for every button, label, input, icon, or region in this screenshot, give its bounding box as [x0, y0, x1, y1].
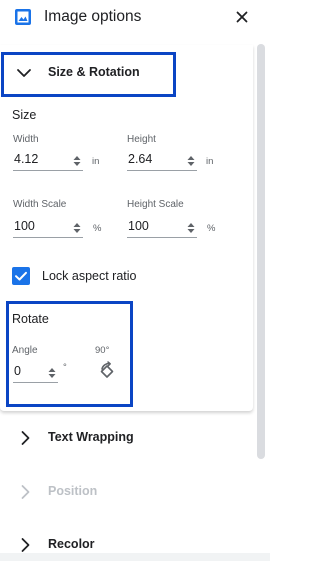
width-unit: in	[92, 156, 100, 167]
chevron-down-icon	[17, 69, 31, 77]
angle-value: 0	[14, 364, 21, 378]
height-field[interactable]: 2.64	[127, 151, 197, 171]
panel-header: Image options	[0, 0, 270, 38]
scrollbar-thumb[interactable]	[257, 44, 265, 459]
close-icon[interactable]	[232, 7, 252, 27]
height-scale-value: 100	[128, 219, 149, 233]
lock-aspect-label[interactable]: Lock aspect ratio	[42, 269, 137, 283]
position-label: Position	[48, 484, 98, 498]
text-wrapping-label: Text Wrapping	[48, 430, 134, 444]
size-rotation-header[interactable]: Size & Rotation	[0, 53, 253, 93]
height-stepper[interactable]	[187, 154, 195, 168]
width-field[interactable]: 4.12	[13, 151, 83, 171]
height-scale-unit: %	[207, 223, 216, 234]
chevron-right-icon	[21, 485, 30, 499]
section-text-wrapping[interactable]: Text Wrapping	[0, 420, 253, 456]
height-value: 2.64	[128, 152, 153, 166]
chevron-right-icon	[21, 431, 30, 445]
width-scale-unit: %	[93, 223, 102, 234]
bottom-edge	[0, 553, 270, 561]
width-scale-value: 100	[14, 219, 35, 233]
width-value: 4.12	[14, 152, 39, 166]
height-scale-field[interactable]: 100	[127, 218, 197, 238]
height-scale-stepper[interactable]	[187, 221, 195, 235]
angle-unit: °	[63, 362, 67, 373]
width-label: Width	[13, 134, 39, 145]
section-position: Position	[0, 474, 253, 510]
recolor-label: Recolor	[48, 537, 95, 551]
angle-field[interactable]: 0	[13, 363, 58, 383]
chevron-right-icon	[21, 538, 30, 552]
image-icon	[15, 9, 31, 25]
panel-title: Image options	[44, 8, 142, 25]
width-scale-label: Width Scale	[13, 199, 67, 210]
lock-aspect-checkbox[interactable]	[12, 267, 30, 285]
width-stepper[interactable]	[73, 154, 81, 168]
angle-stepper[interactable]	[48, 366, 56, 380]
angle-label: Angle	[12, 345, 38, 356]
height-unit: in	[206, 156, 214, 167]
checkmark-icon	[15, 271, 27, 281]
size-title: Size	[12, 108, 37, 122]
rotate-title: Rotate	[12, 312, 49, 326]
width-scale-field[interactable]: 100	[13, 218, 83, 238]
size-rotation-label: Size & Rotation	[48, 65, 140, 79]
rotate-90-label: 90°	[95, 345, 110, 356]
height-label: Height	[127, 134, 156, 145]
rotate-90-icon[interactable]	[96, 360, 118, 382]
width-scale-stepper[interactable]	[73, 221, 81, 235]
height-scale-label: Height Scale	[127, 199, 184, 210]
